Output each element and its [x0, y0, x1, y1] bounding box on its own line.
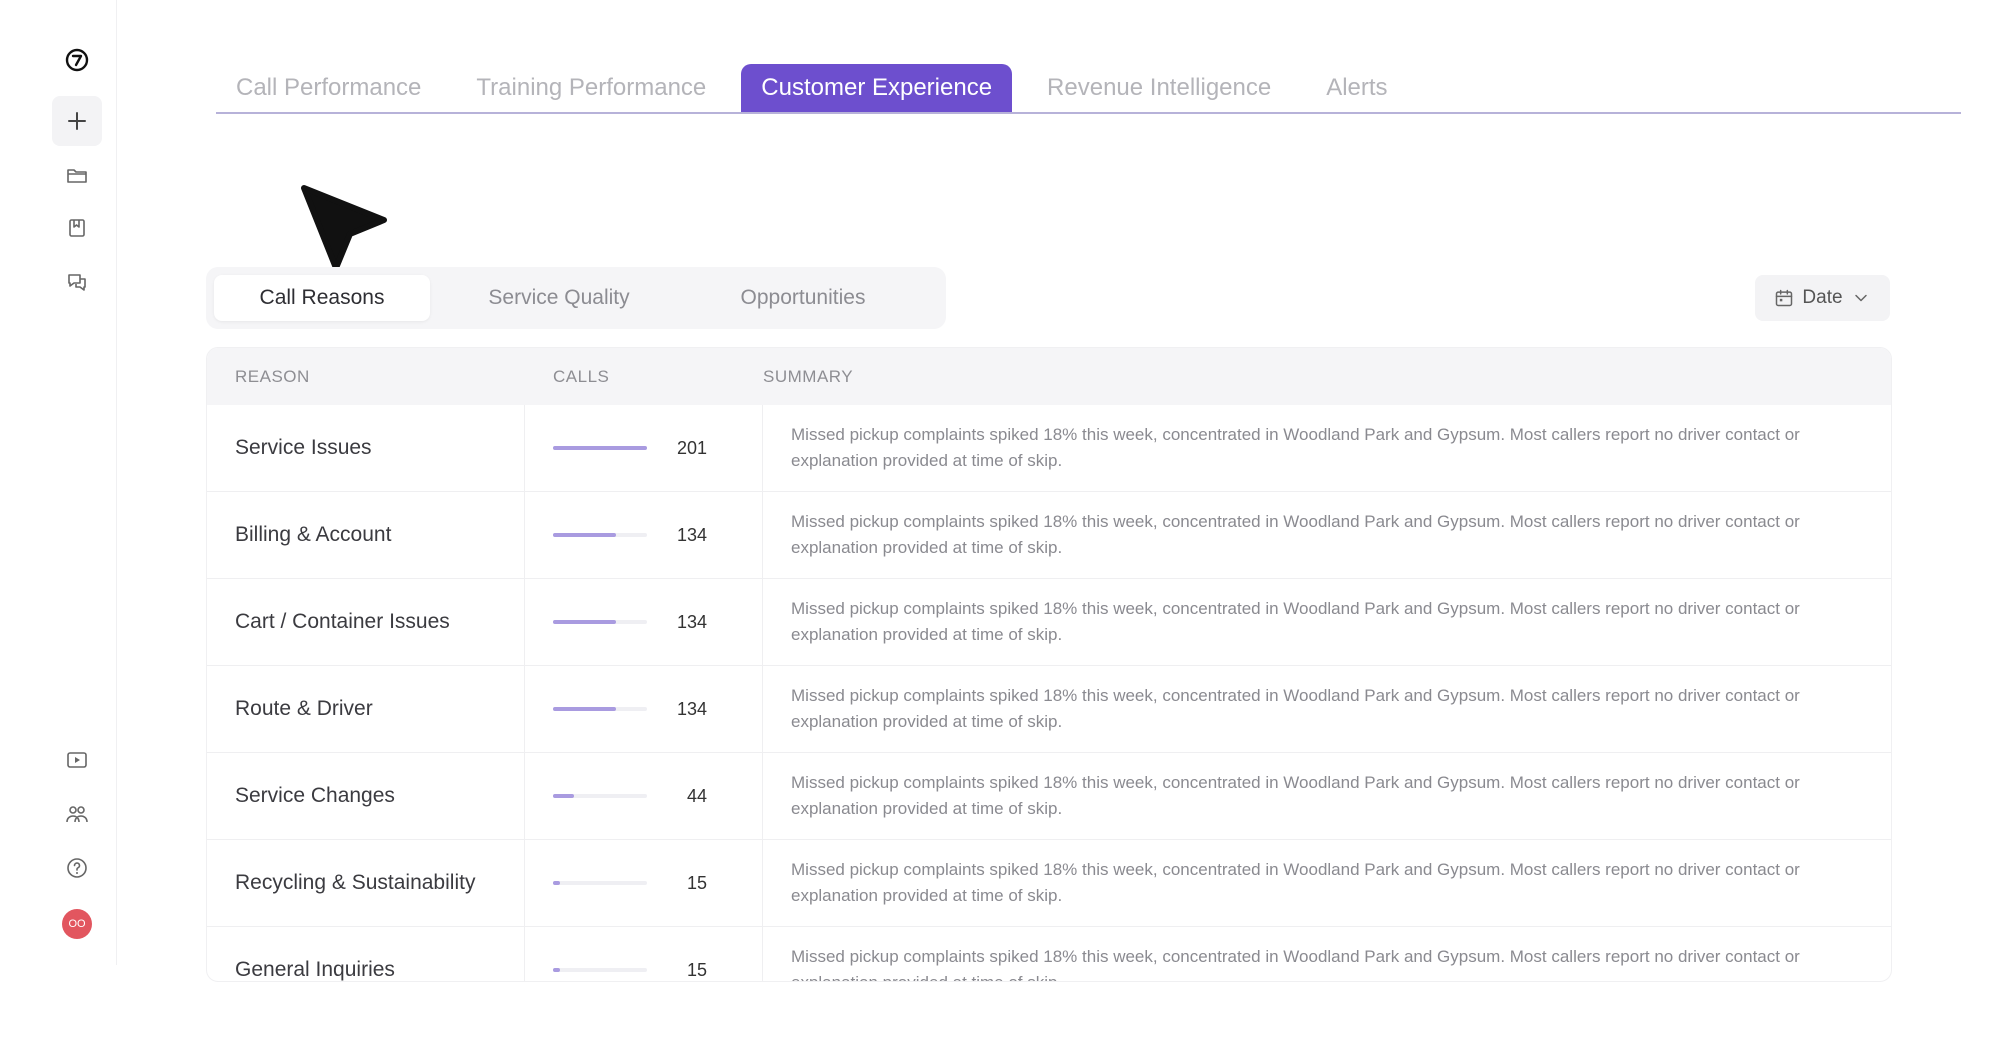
- avatar[interactable]: OO: [62, 909, 92, 939]
- calls-bar-fill: [553, 533, 616, 537]
- row-calls: 134: [525, 579, 763, 665]
- calls-count: 201: [676, 437, 707, 458]
- calls-bar-fill: [553, 620, 616, 624]
- plus-icon[interactable]: [52, 96, 102, 146]
- header-calls: CALLS: [553, 366, 610, 386]
- calls-bar: [553, 620, 647, 624]
- calls-bar-fill: [553, 794, 574, 798]
- calls-count: 134: [676, 611, 707, 632]
- chevron-down-icon: [1854, 294, 1867, 302]
- table-row[interactable]: Billing & Account 134 Missed pickup compla…: [207, 491, 1891, 578]
- table-row[interactable]: Service Issues 201 Missed pickup complaint…: [207, 405, 1891, 491]
- calls-bar-fill: [553, 881, 561, 885]
- header-reason: REASON: [235, 366, 310, 386]
- table-row[interactable]: Route & Driver 134 Missed pickup complaint…: [207, 665, 1891, 752]
- bookmark-icon[interactable]: [52, 203, 102, 253]
- calls-count: 15: [686, 872, 707, 893]
- row-reason: Route & Driver: [207, 666, 525, 752]
- row-calls: 44: [525, 753, 763, 839]
- row-reason: General Inquiries: [207, 927, 525, 981]
- calls-bar: [553, 707, 647, 711]
- row-reason: Recycling & Sustainability: [207, 840, 525, 926]
- row-summary: Missed pickup complaints spiked 18% this…: [791, 686, 1800, 731]
- logo-icon[interactable]: [52, 35, 102, 85]
- table-row[interactable]: General Inquiries 15 Missed pickup complai…: [207, 926, 1891, 981]
- folder-icon[interactable]: [52, 150, 102, 200]
- sidebar: OO: [0, 0, 117, 965]
- calendar-icon: [1776, 289, 1793, 307]
- calls-bar-fill: [553, 968, 561, 972]
- header-summary: SUMMARY: [763, 366, 854, 386]
- subtab-opportunities[interactable]: Opportunities: [688, 275, 918, 321]
- tab-alerts[interactable]: Alerts: [1306, 64, 1407, 112]
- table-body: Service Issues 201 Missed pickup complaint…: [207, 405, 1891, 981]
- row-reason: Service Issues: [207, 405, 525, 491]
- mouse-cursor-icon: [301, 185, 387, 271]
- help-icon[interactable]: [52, 843, 102, 893]
- row-summary: Missed pickup complaints spiked 18% this…: [791, 599, 1800, 644]
- subtab-call-reasons[interactable]: Call Reasons: [214, 275, 430, 321]
- table-header: REASON CALLS SUMMARY: [207, 348, 1891, 405]
- chat-icon[interactable]: [52, 257, 102, 307]
- table-row[interactable]: Cart / Container Issues 134 Missed pickup …: [207, 578, 1891, 665]
- calls-bar-fill: [553, 446, 647, 450]
- video-icon[interactable]: [52, 735, 102, 785]
- row-summary: Missed pickup complaints spiked 18% this…: [791, 512, 1800, 557]
- tab-customer-experience[interactable]: Customer Experience: [741, 64, 1013, 112]
- calls-count: 44: [686, 785, 707, 806]
- calls-bar: [553, 881, 647, 885]
- top-tab-bar: Call Performance Training Performance Cu…: [216, 62, 1961, 114]
- table-row[interactable]: Service Changes 44 Missed pickup complaint…: [207, 752, 1891, 839]
- tab-revenue-intelligence[interactable]: Revenue Intelligence: [1027, 64, 1291, 112]
- date-filter-label: Date: [1802, 287, 1843, 308]
- row-reason: Billing & Account: [207, 492, 525, 578]
- row-calls: 134: [525, 666, 763, 752]
- tab-call-performance[interactable]: Call Performance: [216, 64, 441, 112]
- tab-training-performance[interactable]: Training Performance: [456, 64, 726, 112]
- row-summary: Missed pickup complaints spiked 18% this…: [791, 860, 1800, 905]
- calls-count: 134: [676, 524, 707, 545]
- date-filter-dropdown[interactable]: Date: [1755, 275, 1890, 321]
- row-summary: Missed pickup complaints spiked 18% this…: [791, 947, 1800, 981]
- table-row[interactable]: Recycling & Sustainability 15 Missed picku…: [207, 839, 1891, 926]
- row-reason: Cart / Container Issues: [207, 579, 525, 665]
- calls-count: 134: [676, 698, 707, 719]
- row-summary: Missed pickup complaints spiked 18% this…: [791, 425, 1800, 470]
- row-calls: 134: [525, 492, 763, 578]
- team-icon[interactable]: [52, 789, 102, 839]
- row-calls: 15: [525, 927, 763, 981]
- calls-bar: [553, 794, 647, 798]
- calls-bar: [553, 533, 647, 537]
- calls-bar-fill: [553, 707, 616, 711]
- row-reason: Service Changes: [207, 753, 525, 839]
- calls-count: 15: [686, 959, 707, 980]
- row-summary: Missed pickup complaints spiked 18% this…: [791, 773, 1800, 818]
- row-calls: 201: [525, 405, 763, 491]
- subtab-service-quality[interactable]: Service Quality: [444, 275, 674, 321]
- calls-bar: [553, 446, 647, 450]
- calls-bar: [553, 968, 647, 972]
- row-calls: 15: [525, 840, 763, 926]
- sub-tab-bar: Call Reasons Service Quality Opportuniti…: [206, 267, 946, 329]
- call-reasons-table: REASON CALLS SUMMARY Service Issues 201 Mi…: [206, 347, 1892, 982]
